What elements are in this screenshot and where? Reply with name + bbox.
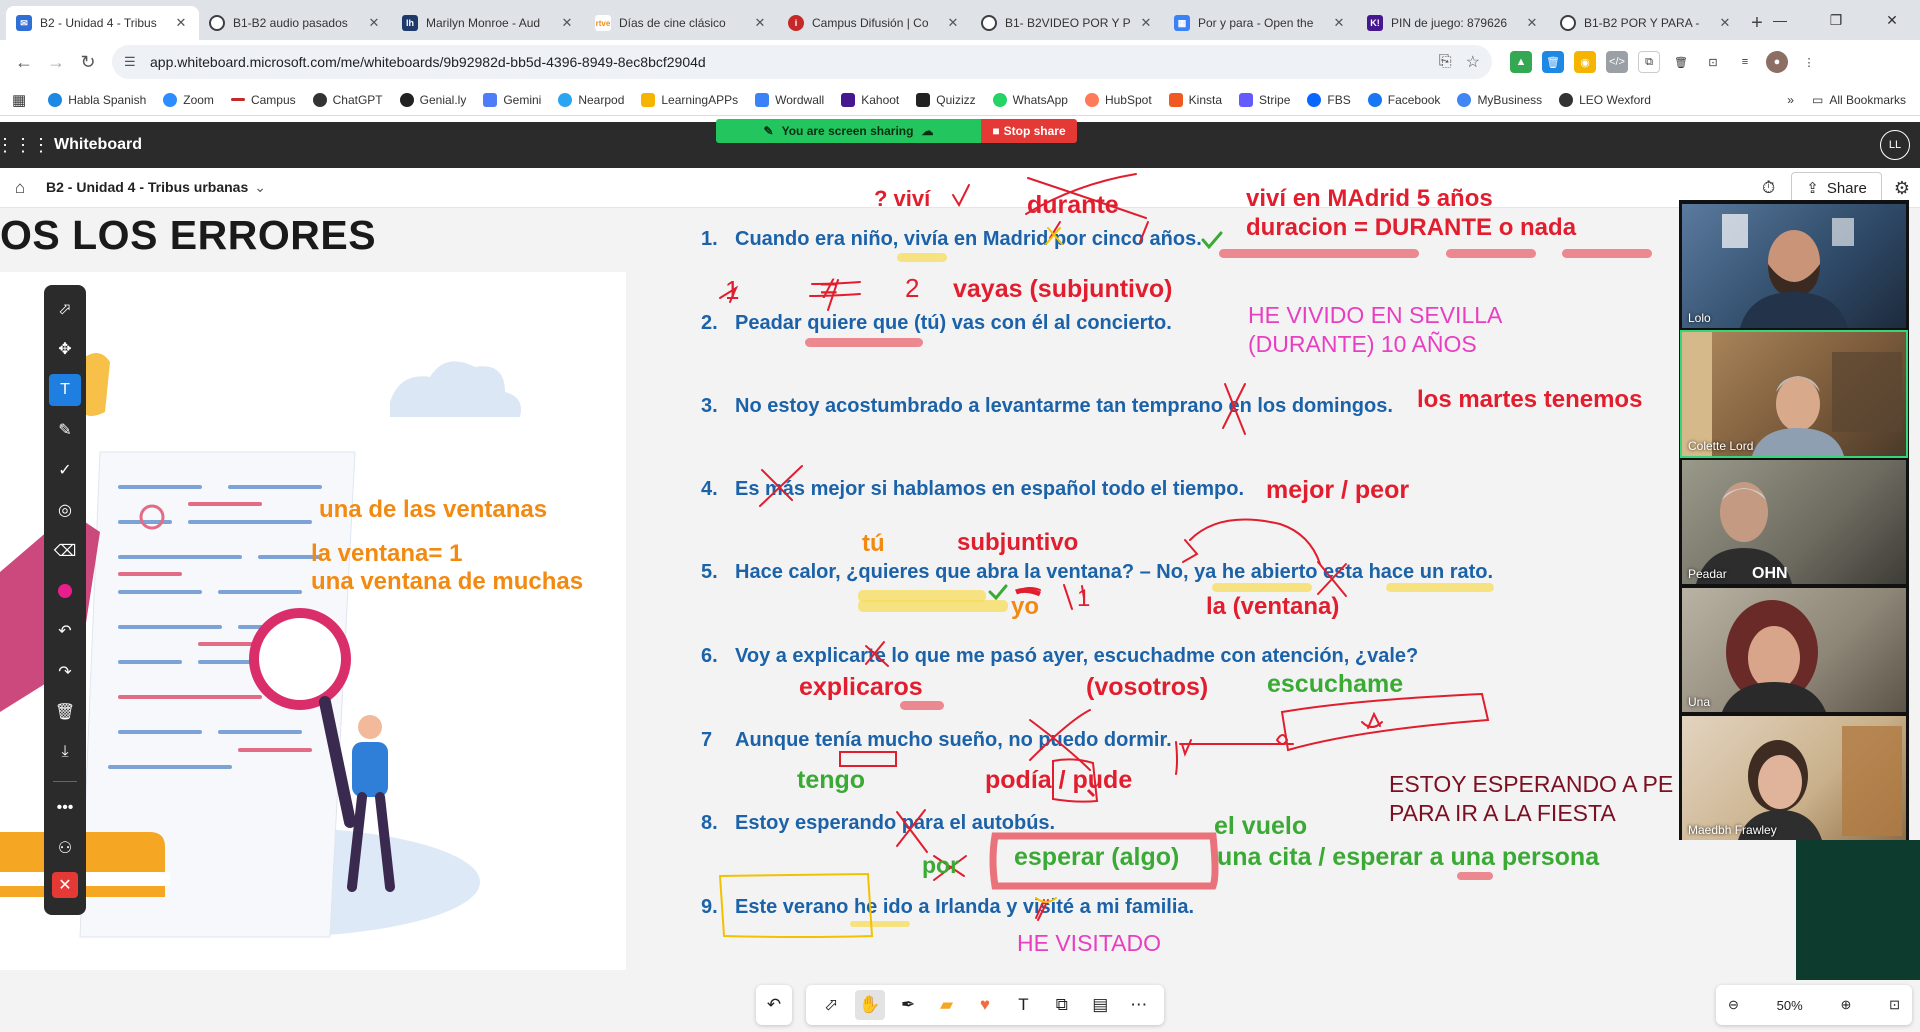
- annotation: la ventana= 1: [311, 540, 463, 567]
- color-dot: [58, 584, 72, 599]
- close-toolbar-button[interactable]: ✕: [52, 872, 78, 899]
- bottom-toolbar: ⬀ ✋ ✒ ▰ ♥ T ⧉ ▤ ⋯: [806, 985, 1164, 1025]
- annotation: escuchame: [1267, 670, 1404, 698]
- annotation: podía / pude: [985, 766, 1133, 794]
- redo-icon[interactable]: ↷: [49, 656, 81, 688]
- eraser-icon[interactable]: ⌫: [49, 535, 81, 567]
- pen-icon[interactable]: ✎: [49, 414, 81, 446]
- spotlight-icon[interactable]: ◎: [49, 494, 81, 526]
- checkmark-icon[interactable]: ✓: [49, 454, 81, 486]
- participant-video[interactable]: Colette Lord: [1680, 330, 1908, 458]
- annotation: la (ventana): [1206, 593, 1340, 620]
- more-icon[interactable]: ⋯: [1124, 990, 1154, 1020]
- fit-screen-icon[interactable]: ⊡: [1889, 997, 1900, 1013]
- annotation: explicaros: [799, 673, 923, 701]
- templates-icon[interactable]: ▤: [1085, 990, 1115, 1020]
- more-options-icon[interactable]: •••: [49, 792, 81, 824]
- shapes-icon[interactable]: ⧉: [1047, 990, 1077, 1020]
- participant-silhouette: [1722, 214, 1854, 328]
- zoom-controls: ⊖ 50% ⊕ ⊡: [1716, 985, 1912, 1025]
- undo-icon[interactable]: ↶: [49, 615, 81, 647]
- text-icon[interactable]: T: [1008, 990, 1038, 1020]
- zoom-in-icon[interactable]: ⊕: [1840, 997, 1851, 1013]
- move-icon[interactable]: ✥: [49, 333, 81, 365]
- annotation: el vuelo: [1214, 812, 1308, 840]
- zoom-level: 50%: [1776, 997, 1803, 1013]
- select-icon[interactable]: ⬀: [816, 990, 846, 1020]
- participant-name: Una: [1688, 695, 1711, 709]
- screen: ✉ B2 - Unidad 4 - Tribus ✕ B1-B2 audio p…: [0, 0, 1920, 1032]
- annotation: HE VISITADO: [1017, 930, 1161, 956]
- participant-video[interactable]: Lolo: [1682, 204, 1906, 328]
- undo-button[interactable]: ↶: [756, 985, 792, 1025]
- participant-name: Lolo: [1688, 311, 1711, 325]
- toolbar-divider: [53, 780, 77, 782]
- annotation: una de las ventanas: [319, 496, 548, 523]
- pen-icon[interactable]: ✒: [893, 990, 923, 1020]
- svg-text:OHN: OHN: [1752, 565, 1788, 582]
- annotation: ESTOY ESPERANDO A PE: [1389, 771, 1674, 797]
- annotation: (vosotros): [1086, 673, 1209, 701]
- annotation: 2: [905, 273, 920, 303]
- participants-icon[interactable]: ⚇: [49, 832, 81, 864]
- annotation: yo: [1011, 593, 1040, 620]
- annotation: tengo: [797, 766, 866, 794]
- annotation: duracion = DURANTE o nada: [1246, 214, 1577, 241]
- annotation: HE VIVIDO EN SEVILLA: [1248, 302, 1503, 328]
- ink-strokes: [718, 173, 1490, 938]
- annotation: PARA IR A LA FIESTA: [1389, 800, 1616, 826]
- participant-silhouette: OHN: [1696, 482, 1792, 584]
- annotation: durante: [1027, 191, 1119, 219]
- annotation: (DURANTE) 10 AÑOS: [1248, 331, 1477, 357]
- text-tool-icon[interactable]: T: [49, 373, 81, 406]
- undo-icon: ↶: [766, 995, 782, 1014]
- annotation: 1: [1077, 585, 1091, 612]
- annotation: una ventana de muchas: [311, 568, 584, 595]
- annotation: 1: [725, 275, 740, 305]
- sticky-note-icon[interactable]: ▰: [932, 990, 962, 1020]
- annotation: los martes tenemos: [1417, 386, 1643, 413]
- annotation: ? viví: [874, 186, 931, 211]
- zoom-out-icon[interactable]: ⊖: [1728, 997, 1739, 1013]
- annotation: por: [922, 852, 960, 878]
- pointer-icon[interactable]: ⬀: [49, 293, 81, 325]
- color-picker-icon[interactable]: [49, 575, 81, 607]
- participant-name: Peadar: [1688, 567, 1727, 581]
- annotation: viví en MAdrid 5 años: [1246, 185, 1493, 212]
- download-icon[interactable]: ⤓: [49, 736, 81, 768]
- background-strip: [1796, 840, 1920, 980]
- annotation: tú: [862, 530, 885, 557]
- participant-silhouette: [1722, 600, 1826, 712]
- participant-name: Maedbh Frawley: [1688, 823, 1777, 837]
- participant-video[interactable]: OHN Peadar: [1682, 460, 1906, 584]
- participant-silhouette: [1738, 726, 1902, 840]
- delete-icon[interactable]: 🗑: [49, 696, 81, 728]
- annotation: esperar (algo): [1014, 843, 1180, 871]
- hand-icon[interactable]: ✋: [854, 990, 885, 1020]
- annotation: subjuntivo: [957, 529, 1079, 556]
- reactions-icon[interactable]: ♥: [970, 990, 1000, 1020]
- participant-name: Colette Lord: [1688, 439, 1754, 453]
- participant-silhouette: [1682, 332, 1902, 456]
- annotation: ≠: [820, 270, 838, 306]
- annotation: mejor / peor: [1266, 476, 1410, 504]
- inking-toolbar: ⬀ ✥ T ✎ ✓ ◎ ⌫ ↶ ↷ 🗑 ⤓ ••• ⚇ ✕: [44, 285, 86, 915]
- participant-video[interactable]: Una: [1682, 588, 1906, 712]
- annotation: vayas (subjuntivo): [953, 275, 1173, 303]
- participant-video[interactable]: Maedbh Frawley: [1682, 716, 1906, 840]
- annotation: una cita / esperar a una persona: [1217, 843, 1600, 871]
